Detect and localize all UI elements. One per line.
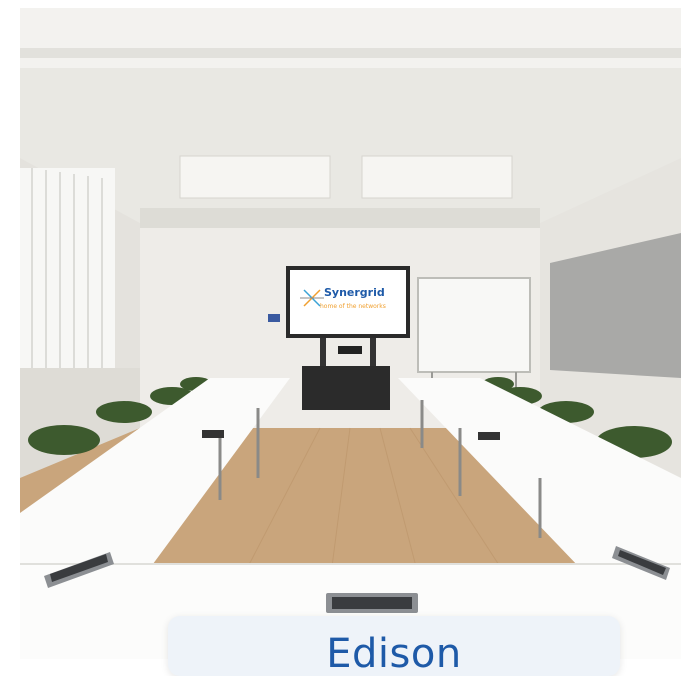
room-name-title: Edison — [326, 631, 462, 676]
table-mic — [478, 432, 500, 440]
wall-panel — [268, 314, 280, 322]
screen-brand: Synergrid — [324, 286, 385, 299]
screen-tagline: home of the networks — [320, 303, 386, 310]
table-mic — [202, 430, 224, 438]
ceiling-panel — [361, 155, 513, 199]
room-name-card: Edison — [168, 616, 620, 676]
room-photo: Synergrid home of the networks — [20, 8, 681, 659]
ceiling-panel — [179, 155, 331, 199]
display-cabinet — [302, 366, 390, 410]
whiteboard — [417, 277, 531, 373]
window — [20, 168, 115, 398]
camera — [338, 346, 362, 354]
power-socket-icon — [326, 593, 418, 613]
